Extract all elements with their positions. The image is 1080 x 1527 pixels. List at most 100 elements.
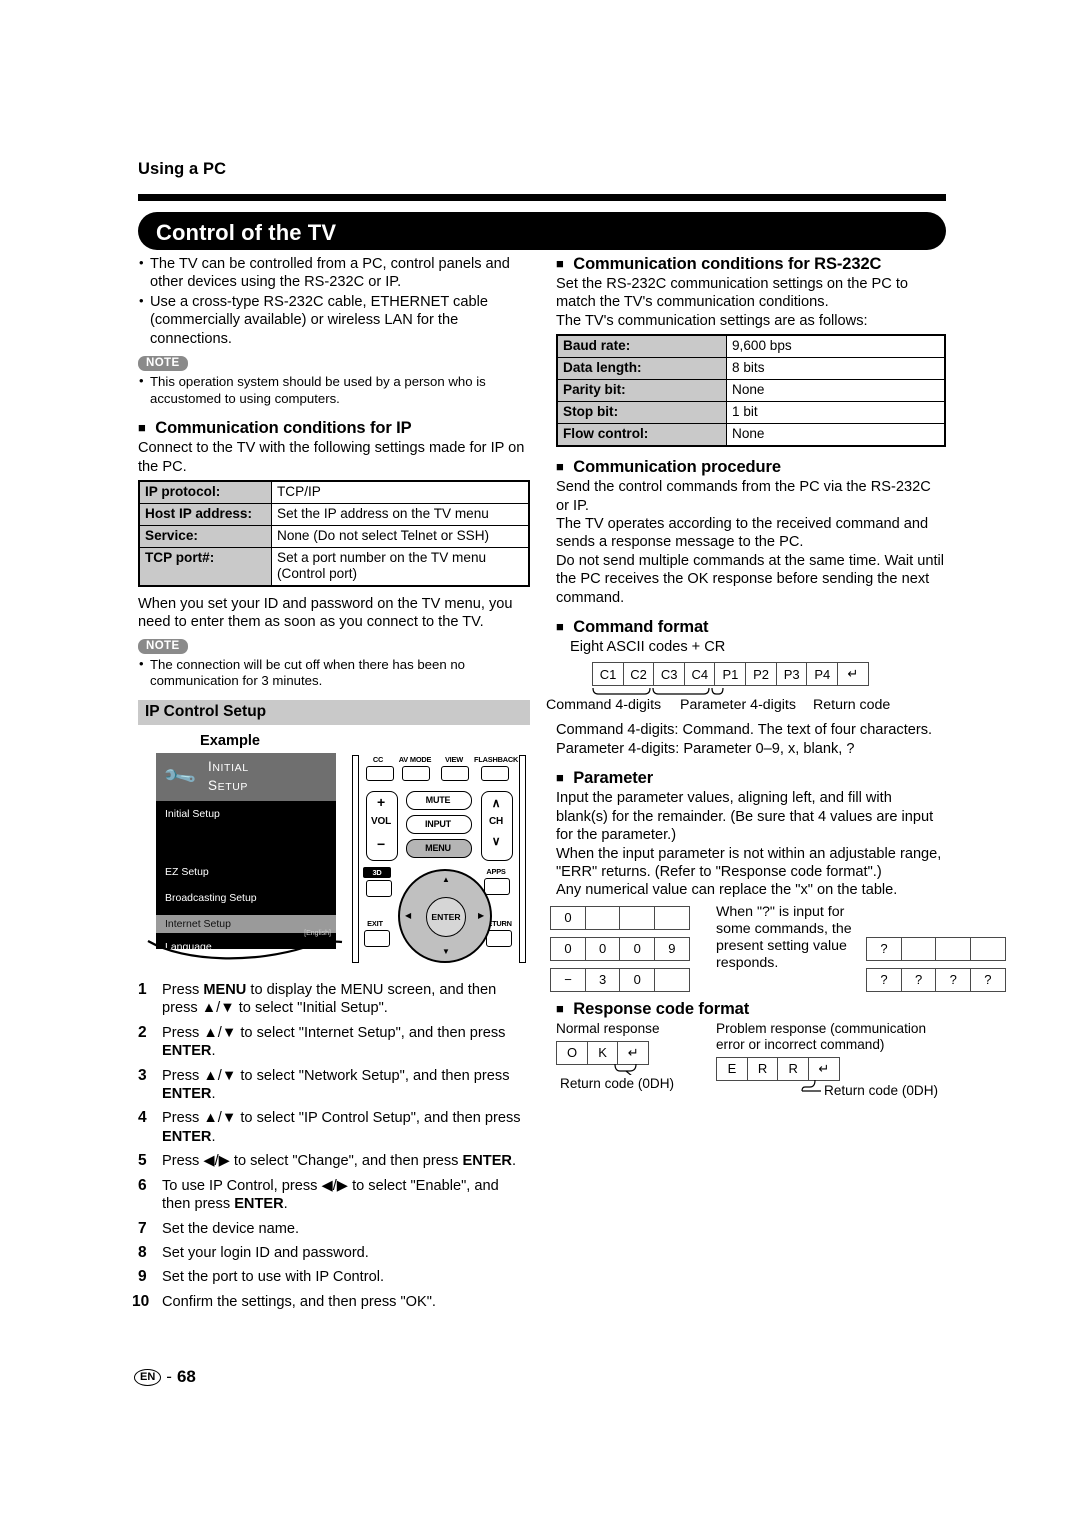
list-item: 4 Press ▲/▼ to select "IP Control Setup",… bbox=[138, 1109, 530, 1146]
problem-response-label: Problem response (communication error or… bbox=[716, 1020, 927, 1052]
remote-label-3d: 3D bbox=[363, 867, 391, 879]
table-cell-key: Host IP address: bbox=[138, 503, 272, 527]
dpad-down-icon[interactable]: ▼ bbox=[442, 947, 450, 956]
step-number: 2 bbox=[138, 1023, 147, 1041]
list-item: 2 Press ▲/▼ to select "Internet Setup", a… bbox=[138, 1024, 530, 1061]
table-cell-value: None (Do not select Telnet or SSH) bbox=[271, 525, 530, 549]
tv-menu-item-broadcasting-setup[interactable]: Broadcasting Setup bbox=[156, 889, 336, 907]
remote-label-ch-down: ∨ bbox=[491, 834, 501, 849]
code-cell bbox=[900, 936, 937, 961]
code-cell bbox=[935, 936, 972, 961]
remote-label-vol: VOL bbox=[371, 815, 391, 827]
dpad-up-icon[interactable]: ▲ bbox=[442, 875, 450, 884]
brace-label-command: Command 4-digits bbox=[546, 697, 662, 714]
step-number: 7 bbox=[138, 1219, 147, 1237]
table-row: IP protocol: TCP/IP bbox=[138, 480, 530, 505]
ip-intro-text: Connect to the TV with the following set… bbox=[138, 440, 525, 475]
parameter-question-note: When "?" is input for some commands, the… bbox=[716, 903, 852, 971]
tv-menu-item-ez-setup[interactable]: EZ Setup bbox=[156, 863, 336, 881]
remote-button-view-mode[interactable] bbox=[441, 766, 469, 782]
parameter-question-row: ? ? ? ? bbox=[866, 967, 1006, 992]
code-cell-return: ↵ bbox=[807, 1056, 840, 1081]
table-cell-value: Set a port number on the TV menu (Contro… bbox=[271, 547, 530, 587]
command-note-2: Parameter 4-digits: Parameter 0–9, x, bl… bbox=[556, 740, 855, 757]
note-2-list: The connection will be cut off when ther… bbox=[138, 656, 530, 690]
tv-menu-item-initial-setup[interactable]: Initial Setup bbox=[156, 805, 336, 823]
note-1-list: This operation system should be used by … bbox=[138, 373, 530, 407]
code-cell: 9 bbox=[653, 936, 690, 961]
step-text: Press MENU to display the MENU screen, a… bbox=[162, 982, 497, 1017]
remote-label-av-mode: AV MODE bbox=[398, 755, 432, 765]
remote-button-apps[interactable] bbox=[484, 878, 510, 896]
remote-label-menu: MENU bbox=[425, 842, 451, 853]
step-number: 10 bbox=[132, 1292, 150, 1310]
table-cell-key: Baud rate: bbox=[556, 334, 727, 359]
code-cell: C3 bbox=[653, 662, 686, 687]
code-cell: 3 bbox=[584, 967, 621, 992]
step-number: 1 bbox=[138, 981, 147, 999]
step-text: Press ▲/▼ to select "Internet Setup", an… bbox=[162, 1024, 506, 1060]
tv-menu-mock: 🔧 INITIAL SETUP Initial Setup EZ Setup B… bbox=[156, 753, 336, 950]
step-number: 4 bbox=[138, 1109, 147, 1127]
parameter-examples: 0 0 0 0 9 − 3 0 When "?" is input for so… bbox=[550, 903, 1006, 998]
code-cell: C4 bbox=[683, 662, 716, 687]
remote-button-av-mode[interactable] bbox=[402, 766, 430, 782]
section-heading-ip-label: Communication conditions for IP bbox=[155, 419, 412, 438]
remote-label-vol-plus: + bbox=[377, 794, 385, 811]
page-number: 68 bbox=[176, 1367, 196, 1386]
table-cell-key: Service: bbox=[138, 525, 272, 549]
brace-label-parameter: Parameter 4-digits bbox=[680, 697, 796, 714]
setup-steps-list: 1 Press MENU to display the MENU screen, … bbox=[132, 981, 530, 1311]
table-cell-key: Stop bit: bbox=[556, 401, 727, 425]
tv-menu-title-line1: INITIAL bbox=[208, 759, 249, 775]
normal-response-cells: O K ↵ bbox=[556, 1040, 650, 1065]
ip-after-table-text: When you set your ID and password on the… bbox=[138, 596, 513, 631]
remote-dpad[interactable]: ▲ ▼ ◀ ▶ ENTER bbox=[398, 869, 492, 964]
list-item: The connection will be cut off when ther… bbox=[138, 656, 530, 690]
step-text: Press ▲/▼ to select "IP Control Setup", … bbox=[162, 1110, 521, 1145]
list-item: The TV can be controlled from a PC, cont… bbox=[138, 254, 530, 292]
code-cell bbox=[619, 905, 656, 930]
list-item: 9 Set the port to use with IP Control. bbox=[138, 1268, 530, 1286]
table-row: Data length: 8 bits bbox=[556, 357, 946, 381]
section-heading-response: Response code format bbox=[556, 1000, 946, 1019]
section-heading-rs232c: Communication conditions for RS-232C bbox=[556, 255, 946, 274]
table-row: Flow control: None bbox=[556, 423, 946, 447]
table-cell-value: Set the IP address on the TV menu bbox=[271, 503, 530, 527]
list-item: Use a cross-type RS-232C cable, ETHERNET… bbox=[138, 292, 530, 348]
page-curl-wave bbox=[147, 940, 343, 960]
ip-conditions-table: IP protocol: TCP/IP Host IP address: Set… bbox=[138, 480, 530, 588]
code-cell: P3 bbox=[775, 662, 808, 687]
remote-button-3d[interactable] bbox=[366, 880, 392, 898]
dpad-right-icon[interactable]: ▶ bbox=[478, 911, 484, 920]
table-row: Parity bit: None bbox=[556, 379, 946, 403]
remote-button-return[interactable] bbox=[486, 930, 512, 948]
code-cell: 0 bbox=[584, 936, 621, 961]
page-title-bar: Control of the TV bbox=[138, 212, 946, 250]
remote-button-flashback[interactable] bbox=[481, 766, 509, 782]
step-number: 3 bbox=[138, 1066, 147, 1084]
section-heading-response-label: Response code format bbox=[573, 999, 750, 1018]
table-row: Service: None (Do not select Telnet or S… bbox=[138, 525, 530, 549]
dpad-left-icon[interactable]: ◀ bbox=[405, 911, 411, 920]
table-cell-value: 8 bits bbox=[726, 357, 946, 381]
tv-menu-header: 🔧 INITIAL SETUP bbox=[156, 753, 336, 802]
section-heading-parameter-label: Parameter bbox=[573, 769, 654, 788]
remote-label-flashback: FLASHBACK bbox=[474, 755, 519, 765]
code-cell: C1 bbox=[592, 662, 624, 687]
section-heading-command-format-label: Command format bbox=[573, 618, 709, 637]
step-text: Set the port to use with IP Control. bbox=[162, 1269, 384, 1286]
problem-response-caption: Return code (0DH) bbox=[824, 1082, 939, 1098]
remote-button-enter[interactable]: ENTER bbox=[426, 897, 466, 938]
section-heading-procedure-label: Communication procedure bbox=[573, 458, 781, 477]
remote-button-exit[interactable] bbox=[364, 930, 390, 948]
right-column: Communication conditions for RS-232C Set… bbox=[546, 255, 1006, 1117]
remote-button-cc[interactable] bbox=[366, 766, 394, 782]
code-cell-return: ↵ bbox=[836, 662, 869, 687]
left-column: The TV can be controlled from a PC, cont… bbox=[132, 254, 530, 1317]
brace-label-return: Return code bbox=[813, 697, 891, 714]
step-number: 5 bbox=[138, 1152, 147, 1170]
remote-label-mute: MUTE bbox=[425, 794, 451, 805]
page-footer: EN - 68 bbox=[134, 1367, 196, 1387]
code-cell: ? bbox=[969, 967, 1006, 992]
